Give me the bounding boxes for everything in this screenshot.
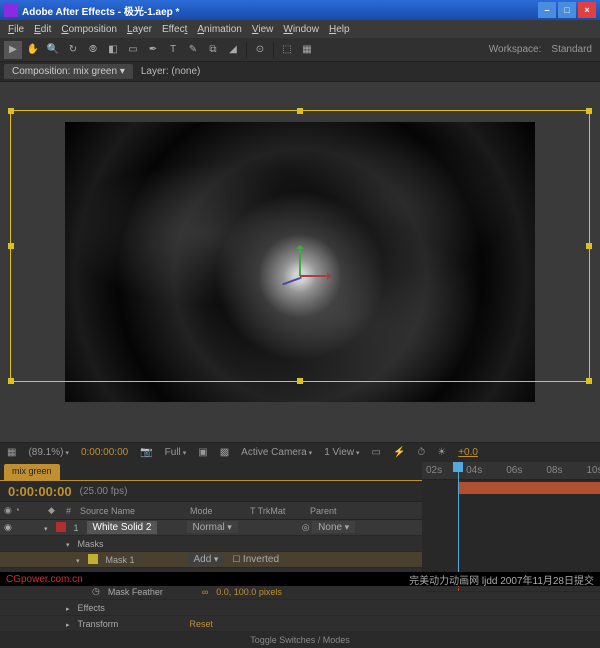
timeline-icon[interactable]: ⏱ [414,447,428,458]
twirl-icon[interactable] [72,555,84,565]
close-button[interactable]: × [578,2,596,18]
selection-tool-icon[interactable]: ▶ [4,41,22,59]
mask-tool-icon[interactable]: ▭ [124,41,142,59]
workspace-label: Workspace: [485,44,546,55]
menubar: File Edit Composition Layer Effect Anima… [0,20,600,38]
parent-dropdown[interactable]: None ▾ [312,521,355,533]
app-icon [4,3,18,17]
effects-group[interactable]: Effects [0,600,600,616]
mask-swatch[interactable] [88,554,98,564]
snap-icon[interactable]: ⬚ [278,41,296,59]
rotate-tool-icon[interactable]: ↻ [64,41,82,59]
credit-text: 完美动力动画网 ljdd 2007年11月28日提交 [409,572,594,587]
layer-duration-bar[interactable] [458,482,600,494]
menu-edit[interactable]: Edit [30,22,55,37]
exposure-value[interactable]: +0.0 [455,447,481,458]
pen-tool-icon[interactable]: ✒ [144,41,162,59]
layer-number: 1 [70,523,83,533]
pixel-aspect-icon[interactable]: ▭ [369,447,384,458]
composition-tab[interactable]: Composition: mix green ▾ [4,64,133,79]
eraser-tool-icon[interactable]: ◢ [224,41,242,59]
clone-tool-icon[interactable]: ⧉ [204,41,222,59]
toggle-switches-button[interactable]: Toggle Switches / Modes [250,635,350,645]
label-swatch[interactable] [56,522,66,532]
y-axis-icon[interactable] [299,246,301,276]
menu-file[interactable]: File [4,22,28,37]
resolution-dropdown[interactable]: Full [162,447,190,458]
mask-feather-value[interactable]: 0.0, 100.0 pixels [212,587,286,597]
current-time[interactable]: 0:00:00:00 [8,484,72,499]
time-ruler[interactable]: 02s04s06s08s10s [422,462,600,480]
transform-reset[interactable]: Reset [186,619,218,629]
transparency-icon[interactable]: ▩ [217,447,232,458]
grid-toggle-icon[interactable]: ▦ [4,447,19,458]
fast-preview-icon[interactable]: ⚡ [390,447,408,458]
z-axis-icon[interactable] [282,277,301,286]
x-axis-icon[interactable] [300,275,330,277]
brush-tool-icon[interactable]: ✎ [184,41,202,59]
camera-tool-icon[interactable]: ⦾ [84,41,102,59]
twirl-icon[interactable] [62,619,74,629]
toolbar: ▶ ✋ 🔍 ↻ ⦾ ◧ ▭ ✒ T ✎ ⧉ ◢ ⊙ ⬚ ▦ Workspace:… [0,38,600,62]
fps-display: (25.00 fps) [80,486,128,497]
constrain-icon[interactable]: ∞ [198,587,212,597]
roi-icon[interactable]: ▣ [195,447,210,458]
minimize-button[interactable]: – [538,2,556,18]
camera-dropdown[interactable]: Active Camera [238,447,315,458]
parent-column[interactable]: Parent [306,506,386,516]
composition-viewer[interactable] [0,82,600,442]
playhead[interactable] [458,462,459,572]
timeline-footer: Toggle Switches / Modes [0,632,600,648]
mode-column[interactable]: Mode [186,506,246,516]
pan-behind-tool-icon[interactable]: ◧ [104,41,122,59]
time-display[interactable]: 0:00:00:00 [78,447,131,458]
timeline-graph[interactable]: 02s04s06s08s10s [422,462,600,572]
snapshot-icon[interactable]: 📷 [137,447,155,458]
mask-mode-dropdown[interactable]: Add ▾ [188,553,225,565]
visibility-toggle-icon[interactable]: ◉ [0,522,12,533]
comp-panel-tabs: Composition: mix green ▾ Layer: (none) [0,62,600,82]
workspace-dropdown[interactable]: Standard [547,44,596,55]
twirl-icon[interactable] [62,539,74,549]
stopwatch-icon[interactable]: ◷ [88,586,104,597]
menu-window[interactable]: Window [279,22,323,37]
trkmat-column[interactable]: T TrkMat [246,506,306,516]
zoom-dropdown[interactable]: (89.1%) [25,447,71,458]
titlebar: Adobe After Effects - 极光-1.aep * – □ × [0,0,600,20]
blend-mode-dropdown[interactable]: Normal ▾ [187,521,238,533]
mask-name[interactable]: Mask 1 [102,555,184,565]
canvas[interactable] [65,122,535,402]
grid-icon[interactable]: ▦ [298,41,316,59]
anchor-icon[interactable]: ⊙ [251,41,269,59]
av-column-icon[interactable]: ◉ ◔ [0,505,44,516]
menu-effect[interactable]: Effect [158,22,191,37]
menu-animation[interactable]: Animation [193,22,245,37]
credit-site: CGpower.com.cn [6,574,83,585]
num-column[interactable]: # [62,506,76,516]
credit-bar: CGpower.com.cn 完美动力动画网 ljdd 2007年11月28日提… [0,572,600,586]
twirl-icon[interactable] [40,523,52,533]
menu-layer[interactable]: Layer [123,22,156,37]
text-tool-icon[interactable]: T [164,41,182,59]
layer-name[interactable]: White Solid 2 [87,521,158,534]
viewer-status-bar: ▦ (89.1%) 0:00:00:00 📷 Full ▣ ▩ Active C… [0,442,600,462]
zoom-tool-icon[interactable]: 🔍 [44,41,62,59]
layer-tab[interactable]: Layer: (none) [141,66,200,77]
view-dropdown[interactable]: 1 View [321,447,362,458]
twirl-icon[interactable] [62,603,74,613]
exposure-icon[interactable]: ☀ [434,447,449,458]
hand-tool-icon[interactable]: ✋ [24,41,42,59]
timeline-tab[interactable]: mix green [4,464,60,480]
menu-view[interactable]: View [248,22,278,37]
menu-help[interactable]: Help [325,22,354,37]
window-title: Adobe After Effects - 极光-1.aep * [22,3,538,18]
maximize-button[interactable]: □ [558,2,576,18]
transform-group[interactable]: Transform Reset [0,616,600,632]
label-column[interactable]: ◆ [44,505,62,516]
source-column[interactable]: Source Name [76,506,186,516]
menu-composition[interactable]: Composition [57,22,121,37]
